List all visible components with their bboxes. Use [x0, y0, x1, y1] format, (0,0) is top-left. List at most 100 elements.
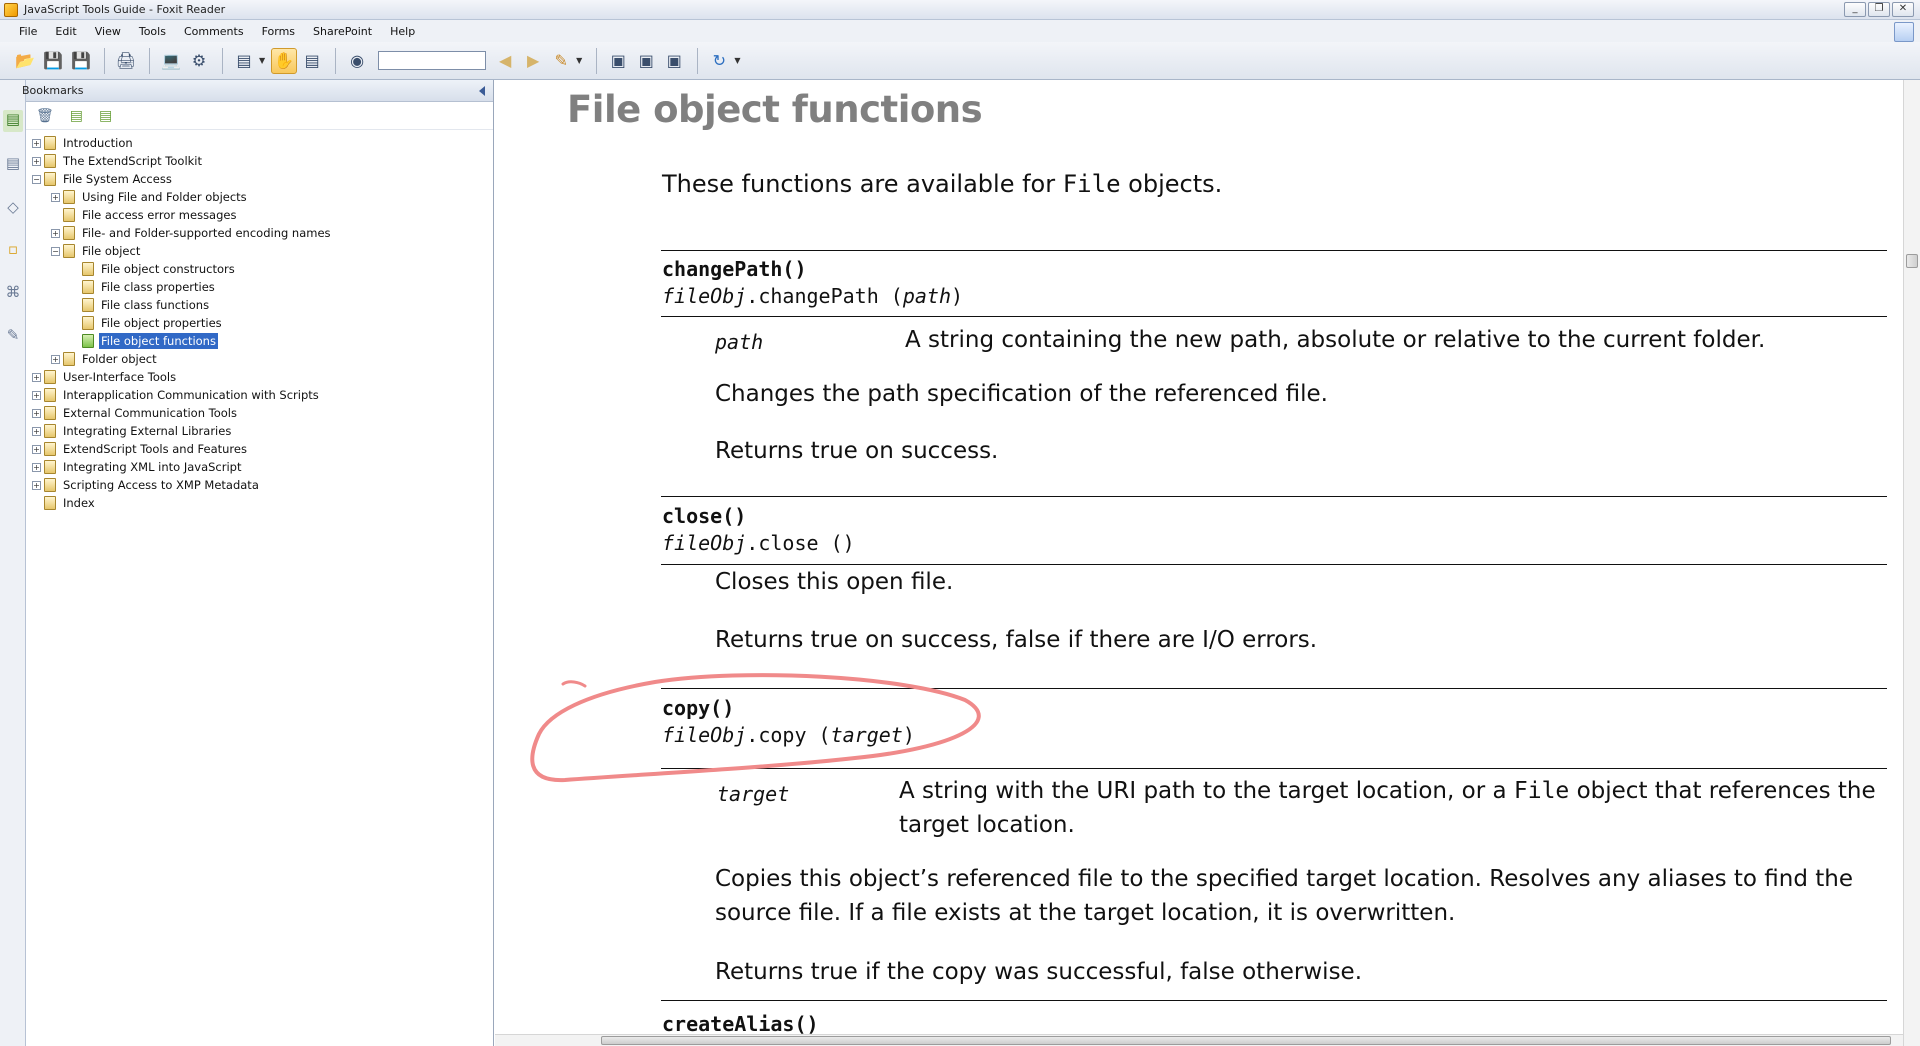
expand-icon[interactable]: +	[32, 138, 41, 148]
bookmark-item[interactable]: File class functions	[26, 296, 493, 314]
find-input[interactable]	[378, 51, 487, 70]
bookmark-item[interactable]: + ExtendScript Tools and Features	[26, 440, 493, 458]
expand-icon[interactable]: +	[32, 408, 41, 418]
collapse-icon[interactable]: −	[51, 246, 60, 256]
vertical-scroll-thumb[interactable]	[1906, 254, 1918, 268]
expand-icon[interactable]: +	[32, 426, 41, 436]
screen-icon[interactable]: 💻	[158, 48, 184, 74]
menu-tools[interactable]: Tools	[130, 25, 175, 38]
bookmark-item[interactable]: + Folder object	[26, 350, 493, 368]
horizontal-scrollbar[interactable]	[495, 1034, 1903, 1046]
edit-document-icon[interactable]: ✎	[548, 48, 574, 74]
bookmark-label[interactable]: File class functions	[99, 297, 211, 313]
menu-edit[interactable]: Edit	[46, 25, 85, 38]
page-view-icon[interactable]: ▤	[231, 48, 257, 74]
rotate-view-icon[interactable]: ↻	[706, 48, 732, 74]
chevron-down-icon[interactable]: ▼	[734, 56, 740, 65]
bookmark-item[interactable]: + Using File and Folder objects	[26, 188, 493, 206]
find-binoculars-icon[interactable]: ◉	[344, 48, 370, 74]
bookmark-label[interactable]: Index	[61, 495, 97, 511]
expand-icon[interactable]: +	[32, 372, 41, 382]
resize-view-icon[interactable]	[1894, 22, 1914, 42]
bookmark-label[interactable]: File class properties	[99, 279, 217, 295]
bookmark-label[interactable]: Introduction	[61, 135, 135, 151]
bookmark-label[interactable]: Scripting Access to XMP Metadata	[61, 477, 261, 493]
delete-bookmark-icon[interactable]: 🗑	[36, 108, 54, 124]
collapse-panel-icon[interactable]	[479, 86, 485, 96]
close-button[interactable]: ✕	[1892, 2, 1914, 17]
add-bookmark-icon[interactable]: ▤	[99, 108, 112, 124]
chevron-down-icon[interactable]: ▼	[259, 56, 265, 65]
bookmark-item[interactable]: − File System Access	[26, 170, 493, 188]
bookmark-label[interactable]: Interapplication Communication with Scri…	[61, 387, 321, 403]
bookmark-item[interactable]: + External Communication Tools	[26, 404, 493, 422]
bookmark-label[interactable]: Integrating XML into JavaScript	[61, 459, 243, 475]
bookmark-label[interactable]: File object properties	[99, 315, 224, 331]
expand-icon[interactable]: +	[51, 228, 60, 238]
pages-panel-icon[interactable]: ▤	[3, 154, 23, 176]
menu-comments[interactable]: Comments	[175, 25, 253, 38]
menu-help[interactable]: Help	[381, 25, 424, 38]
horizontal-scroll-thumb[interactable]	[601, 1036, 1891, 1045]
bookmark-item[interactable]: + Integrating XML into JavaScript	[26, 458, 493, 476]
menu-forms[interactable]: Forms	[253, 25, 304, 38]
bookmark-label[interactable]: File access error messages	[80, 207, 238, 223]
bookmark-item[interactable]: + User-Interface Tools	[26, 368, 493, 386]
expand-icon[interactable]: +	[51, 192, 60, 202]
bookmark-label[interactable]: File- and Folder-supported encoding name…	[80, 225, 333, 241]
bookmark-item[interactable]: File access error messages	[26, 206, 493, 224]
find-next-icon[interactable]: ▶	[520, 48, 546, 74]
menu-sharepoint[interactable]: SharePoint	[304, 25, 381, 38]
bookmark-item[interactable]: + The ExtendScript Toolkit	[26, 152, 493, 170]
expand-bookmark-icon[interactable]: ▤	[70, 108, 83, 124]
select-text-icon[interactable]: ▤	[299, 48, 325, 74]
chevron-down-icon[interactable]: ▼	[576, 56, 582, 65]
print-icon[interactable]: 🖨	[113, 48, 139, 74]
bookmark-item[interactable]: + Integrating External Libraries	[26, 422, 493, 440]
bookmark-item[interactable]: + Scripting Access to XMP Metadata	[26, 476, 493, 494]
minimize-button[interactable]: _	[1844, 2, 1866, 17]
menu-file[interactable]: File	[10, 25, 46, 38]
bookmark-item[interactable]: − File object	[26, 242, 493, 260]
bookmark-label[interactable]: Folder object	[80, 351, 159, 367]
bookmark-label[interactable]: The ExtendScript Toolkit	[61, 153, 204, 169]
bookmark-label[interactable]: Integrating External Libraries	[61, 423, 233, 439]
bookmark-item[interactable]: File class properties	[26, 278, 493, 296]
bookmark-label[interactable]: File object functions	[99, 333, 218, 349]
bookmark-label[interactable]: User-Interface Tools	[61, 369, 178, 385]
comments-panel-icon[interactable]: ▫	[3, 240, 23, 262]
expand-icon[interactable]: +	[32, 156, 41, 166]
attachments-panel-icon[interactable]: ⌘	[3, 283, 23, 305]
menu-view[interactable]: View	[86, 25, 130, 38]
expand-icon[interactable]: +	[32, 480, 41, 490]
find-previous-icon[interactable]: ◀	[492, 48, 518, 74]
bookmark-label[interactable]: Using File and Folder objects	[80, 189, 249, 205]
open-folder-icon[interactable]: 📂	[12, 48, 38, 74]
bookmark-label[interactable]: External Communication Tools	[61, 405, 239, 421]
expand-icon[interactable]: +	[32, 444, 41, 454]
bookmark-label[interactable]: ExtendScript Tools and Features	[61, 441, 249, 457]
expand-icon[interactable]: +	[32, 462, 41, 472]
bookmark-item[interactable]: File object functions	[26, 332, 493, 350]
expand-icon[interactable]: +	[32, 390, 41, 400]
zoom-actual-size-icon[interactable]: ▣	[605, 48, 631, 74]
bookmarks-panel-icon[interactable]: ▤	[3, 110, 23, 132]
fit-width-icon[interactable]: ▣	[661, 48, 687, 74]
scan-icon[interactable]: ⚙	[186, 48, 212, 74]
hand-tool-icon[interactable]: ✋	[271, 47, 298, 74]
vertical-scrollbar[interactable]	[1903, 80, 1920, 1046]
bookmark-item[interactable]: + Interapplication Communication with Scr…	[26, 386, 493, 404]
collapse-icon[interactable]: −	[32, 174, 41, 184]
expand-icon[interactable]: +	[51, 354, 60, 364]
signatures-panel-icon[interactable]: ✎	[3, 326, 23, 348]
fit-page-icon[interactable]: ▣	[633, 48, 659, 74]
bookmark-label[interactable]: File object	[80, 243, 142, 259]
bookmark-label[interactable]: File System Access	[61, 171, 174, 187]
save-icon[interactable]: 💾	[40, 48, 66, 74]
bookmark-item[interactable]: Index	[26, 494, 493, 512]
bookmark-item[interactable]: File object constructors	[26, 260, 493, 278]
layers-panel-icon[interactable]: ◇	[3, 198, 23, 220]
bookmark-item[interactable]: + Introduction	[26, 134, 493, 152]
bookmark-item[interactable]: + File- and Folder-supported encoding nam…	[26, 224, 493, 242]
restore-button[interactable]: ❐	[1868, 2, 1890, 17]
